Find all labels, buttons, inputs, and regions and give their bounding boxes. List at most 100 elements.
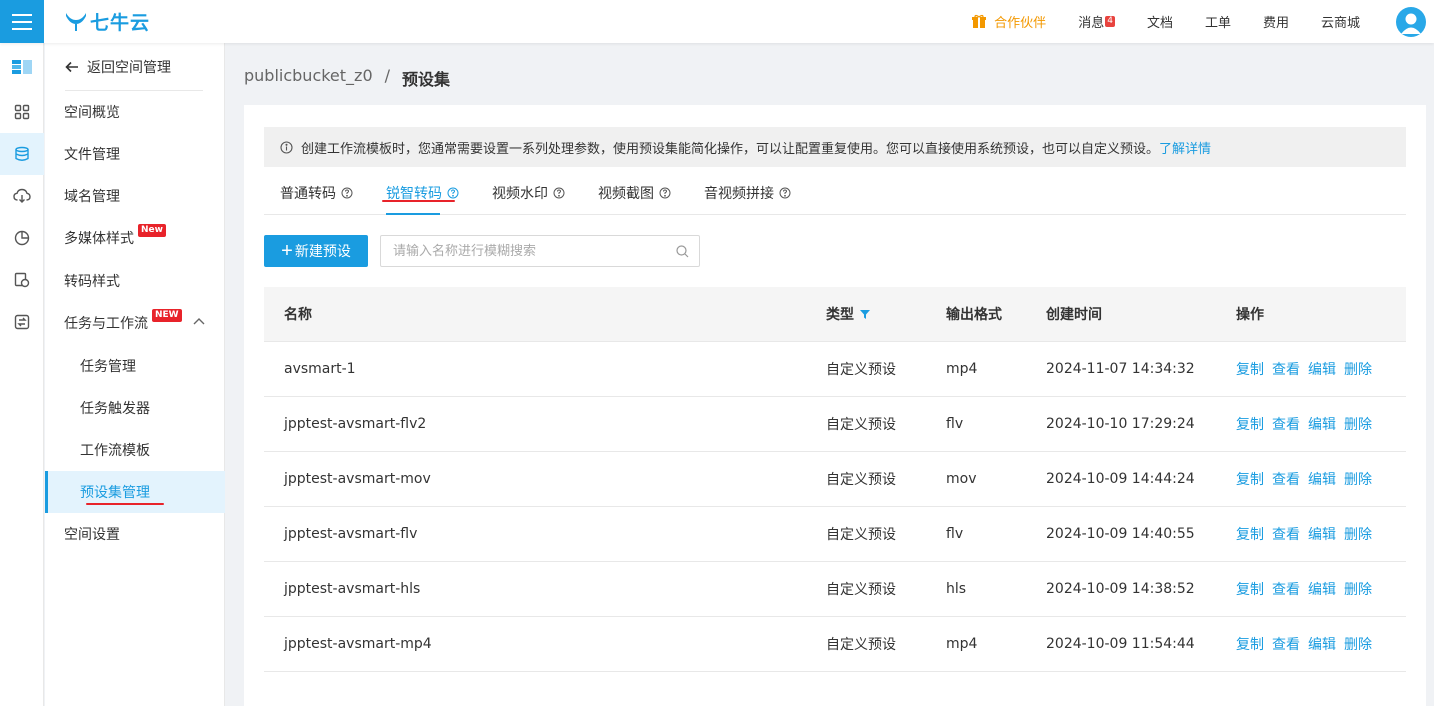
sidebar-item-overview[interactable]: 空间概览 (45, 91, 225, 133)
partner-link[interactable]: 合作伙伴 (972, 12, 1046, 31)
edit-link[interactable]: 编辑 (1308, 579, 1336, 599)
preset-name-cell: jpptest-avsmart-mov (284, 471, 431, 487)
active-tab-indicator (386, 213, 440, 215)
copy-link[interactable]: 复制 (1236, 579, 1264, 599)
breadcrumb-bucket[interactable]: publicbucket_z0 (244, 66, 373, 90)
search-box (380, 235, 700, 267)
search-icon[interactable] (676, 245, 689, 258)
row-actions: 复制 查看 编辑 删除 (1236, 617, 1372, 671)
arrow-left-icon (65, 61, 78, 73)
view-link[interactable]: 查看 (1272, 634, 1300, 654)
rail-stats-icon[interactable] (0, 217, 44, 259)
view-link[interactable]: 查看 (1272, 524, 1300, 544)
messages-label: 消息 (1078, 16, 1105, 31)
copy-link[interactable]: 复制 (1236, 359, 1264, 379)
delete-link[interactable]: 删除 (1344, 414, 1372, 434)
column-format-header: 输出格式 (946, 307, 1002, 323)
tickets-link[interactable]: 工单 (1205, 12, 1231, 31)
rail-cdn-icon[interactable] (0, 175, 44, 217)
tab-av-concat[interactable]: 音视频拼接 (704, 171, 791, 215)
preset-created-cell: 2024-10-09 14:38:52 (1046, 581, 1195, 597)
delete-link[interactable]: 删除 (1344, 634, 1372, 654)
rail-overview-icon[interactable] (0, 91, 44, 133)
copy-link[interactable]: 复制 (1236, 414, 1264, 434)
sidebar-item-workflow-templates[interactable]: 工作流模板 (45, 429, 225, 471)
filter-icon[interactable] (860, 309, 870, 319)
tab-standard-transcode[interactable]: 普通转码 (280, 171, 353, 215)
billing-link[interactable]: 费用 (1263, 12, 1289, 31)
help-icon[interactable] (341, 187, 353, 199)
preset-format-cell: flv (946, 416, 964, 432)
sidebar-item-files[interactable]: 文件管理 (45, 133, 225, 175)
sidebar-item-tasks-workflows[interactable]: 任务与工作流 NEW (45, 302, 225, 344)
new-preset-button[interactable]: + 新建预设 (264, 235, 368, 267)
delete-link[interactable]: 删除 (1344, 469, 1372, 489)
sidebar-item-label: 预设集管理 (80, 485, 150, 501)
preset-name-cell: jpptest-avsmart-flv (284, 526, 418, 542)
help-icon[interactable] (447, 187, 459, 199)
search-input[interactable] (381, 236, 699, 266)
sidebar-item-task-triggers[interactable]: 任务触发器 (45, 387, 225, 429)
sidebar-item-label: 任务与工作流 (64, 316, 148, 332)
new-badge: NEW (152, 308, 182, 322)
sidebar-item-bucket-settings[interactable]: 空间设置 (45, 513, 225, 555)
sidebar-item-transcode-styles[interactable]: 转码样式 (45, 260, 225, 302)
sidebar-item-media-styles[interactable]: 多媒体样式 New (45, 217, 225, 259)
docs-link[interactable]: 文档 (1147, 12, 1173, 31)
preset-type-cell: 自定义预设 (826, 582, 896, 598)
tab-label: 视频水印 (492, 186, 548, 202)
hamburger-menu-icon[interactable] (0, 0, 44, 43)
view-link[interactable]: 查看 (1272, 414, 1300, 434)
preset-name-cell: jpptest-avsmart-flv2 (284, 416, 427, 432)
user-avatar[interactable] (1396, 6, 1426, 37)
copy-link[interactable]: 复制 (1236, 469, 1264, 489)
tab-video-snapshot[interactable]: 视频截图 (598, 171, 671, 215)
preset-created-cell: 2024-10-10 17:29:24 (1046, 416, 1195, 432)
preset-type-cell: 自定义预设 (826, 472, 896, 488)
back-to-buckets-link[interactable]: 返回空间管理 (65, 57, 171, 77)
annotation-underline (382, 200, 455, 202)
sidebar-item-domains[interactable]: 域名管理 (45, 175, 225, 217)
rail-transcode-icon[interactable] (0, 301, 44, 343)
view-link[interactable]: 查看 (1272, 579, 1300, 599)
column-type-header[interactable]: 类型 (826, 287, 870, 341)
edit-link[interactable]: 编辑 (1308, 359, 1336, 379)
edit-link[interactable]: 编辑 (1308, 524, 1336, 544)
tab-smart-transcode[interactable]: 锐智转码 (386, 171, 459, 215)
rail-storage-logo-icon[interactable] (0, 46, 44, 88)
preset-tabs: 普通转码 锐智转码 视频水印 视频截图 音视频拼接 (264, 171, 1406, 215)
table-row: jpptest-avsmart-mov 自定义预设 mov 2024-10-09 14… (264, 452, 1406, 507)
edit-link[interactable]: 编辑 (1308, 469, 1336, 489)
sidebar-item-presets[interactable]: 预设集管理 (45, 471, 225, 513)
tab-label: 音视频拼接 (704, 186, 774, 202)
help-icon[interactable] (553, 187, 565, 199)
help-icon[interactable] (659, 187, 671, 199)
row-actions: 复制 查看 编辑 删除 (1236, 452, 1372, 506)
qiniu-logo[interactable]: 七牛云 (64, 7, 150, 35)
sidebar-item-label: 空间设置 (64, 527, 120, 543)
view-link[interactable]: 查看 (1272, 469, 1300, 489)
messages-link[interactable]: 消息 4 (1078, 12, 1115, 31)
view-link[interactable]: 查看 (1272, 359, 1300, 379)
delete-link[interactable]: 删除 (1344, 579, 1372, 599)
edit-link[interactable]: 编辑 (1308, 414, 1336, 434)
learn-more-link[interactable]: 了解详情 (1159, 142, 1211, 157)
sidebar-item-task-management[interactable]: 任务管理 (45, 345, 225, 387)
preset-format-cell: hls (946, 581, 967, 597)
delete-link[interactable]: 删除 (1344, 359, 1372, 379)
marketplace-link[interactable]: 云商城 (1321, 12, 1360, 31)
sidebar-item-label: 任务触发器 (80, 401, 150, 417)
edit-link[interactable]: 编辑 (1308, 634, 1336, 654)
help-icon[interactable] (779, 187, 791, 199)
delete-link[interactable]: 删除 (1344, 524, 1372, 544)
rail-storage-icon[interactable] (0, 133, 44, 175)
sidebar-item-label: 任务管理 (80, 359, 136, 375)
copy-link[interactable]: 复制 (1236, 634, 1264, 654)
sidebar-item-label: 多媒体样式 (64, 231, 134, 247)
rail-image-icon[interactable] (0, 259, 44, 301)
copy-link[interactable]: 复制 (1236, 524, 1264, 544)
sidebar-item-label: 域名管理 (64, 189, 120, 205)
breadcrumb-separator: / (384, 66, 391, 85)
tab-video-watermark[interactable]: 视频水印 (492, 171, 565, 215)
table-row: avsmart-1 自定义预设 mp4 2024-11-07 14:34:32 复制 查看… (264, 342, 1406, 397)
